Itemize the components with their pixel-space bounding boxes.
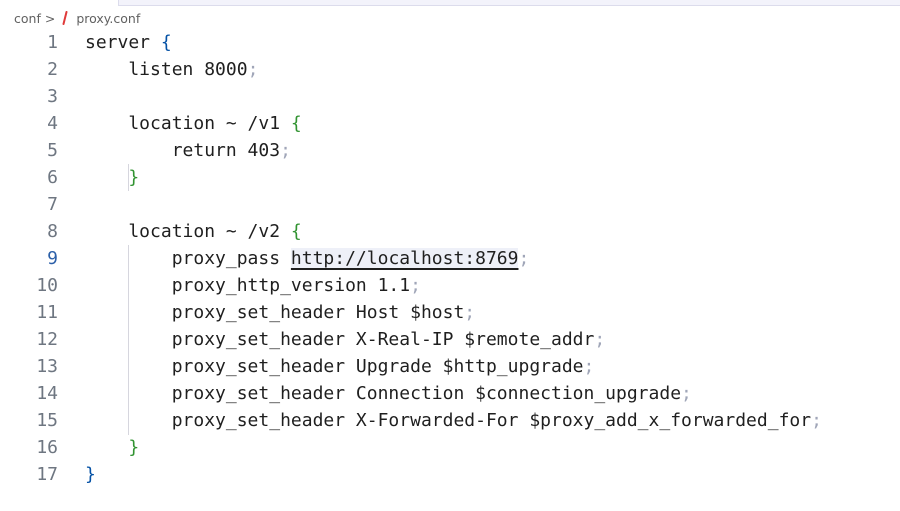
code-token: return 403 [85,140,281,161]
code-line[interactable]: 1 server { [0,29,900,56]
code-line[interactable]: 7 [0,191,900,218]
code-token: location ~ /v1 [85,113,291,134]
line-text[interactable]: location ~ /v1 { [85,110,302,137]
code-token: ; [681,383,692,404]
breadcrumb-folder[interactable]: conf [14,11,41,26]
line-number: 1 [47,32,58,53]
line-number: 10 [36,275,58,296]
code-line[interactable]: 4 location ~ /v1 { [0,110,900,137]
code-token: ; [247,59,259,80]
line-number: 4 [47,113,58,134]
code-line[interactable]: 16 } [0,434,900,461]
line-text[interactable]: proxy_set_header Connection $connection_… [85,380,692,407]
code-token: ; [280,140,291,161]
code-token: listen 8000 [85,59,248,80]
code-token: proxy_pass [85,248,291,269]
breadcrumb: conf > proxy.conf [14,8,140,28]
line-text[interactable]: return 403; [85,137,291,164]
code-token: proxy_set_header Connection $connection_… [85,383,682,404]
tab-bar [118,0,900,6]
line-number: 17 [36,464,58,485]
code-token: ; [811,410,822,431]
code-line[interactable]: 15 proxy_set_header X-Forwarded-For $pro… [0,407,900,434]
line-number: 5 [47,140,58,161]
line-text[interactable]: listen 8000; [85,56,258,83]
breadcrumb-file[interactable]: proxy.conf [76,11,140,26]
code-line[interactable]: 14 proxy_set_header Connection $connecti… [0,380,900,407]
breadcrumb-separator: > [44,10,56,26]
code-token: location ~ /v2 [85,221,291,242]
line-number: 13 [36,356,58,377]
code-line[interactable]: 9 proxy_pass http://localhost:8769; [0,245,900,272]
code-token: proxy_http_version 1.1 [85,275,411,296]
code-line[interactable]: 5 return 403; [0,137,900,164]
line-text[interactable]: proxy_set_header Host $host; [85,299,475,326]
bracket: { [290,113,302,134]
line-text[interactable]: proxy_set_header X-Real-IP $remote_addr; [85,326,606,353]
code-token: proxy_set_header X-Real-IP $remote_addr [85,329,595,350]
line-number: 15 [36,410,58,431]
line-number: 7 [47,194,58,215]
line-text[interactable]: location ~ /v2 { [85,218,302,245]
line-number: 2 [47,59,58,80]
line-text[interactable]: proxy_set_header Upgrade $http_upgrade; [85,353,595,380]
line-number: 9 [47,248,58,269]
code-token: server [85,32,161,53]
line-text[interactable]: server { [85,29,172,56]
line-number: 3 [47,86,58,107]
line-number: 14 [36,383,58,404]
code-token: proxy_set_header Upgrade $http_upgrade [85,356,584,377]
line-number: 12 [36,329,58,350]
line-text[interactable]: proxy_pass http://localhost:8769; [85,245,529,272]
line-text[interactable]: proxy_http_version 1.1; [85,272,421,299]
code-line[interactable]: 8 location ~ /v2 { [0,218,900,245]
line-number: 16 [36,437,58,458]
bracket: } [85,464,96,485]
code-token: ; [583,356,595,377]
code-token: proxy_set_header X-Forwarded-For $proxy_… [85,410,812,431]
code-token: ; [518,248,530,269]
code-line[interactable]: 11 proxy_set_header Host $host; [0,299,900,326]
url-link[interactable]: http://localhost:8769 [290,248,519,269]
code-line[interactable]: 10 proxy_http_version 1.1; [0,272,900,299]
line-number: 11 [36,302,58,323]
bracket: } [128,437,140,458]
code-token: ; [464,302,476,323]
code-token: proxy_set_header Host $host [85,302,465,323]
code-lines[interactable]: 1 server {2 listen 8000; 3 4 location ~ /v1… [0,29,900,488]
bracket: { [290,221,302,242]
nginx-file-icon [62,11,68,25]
code-editor[interactable]: conf > proxy.conf 1 server {2 listen 8000… [0,0,900,511]
bracket: { [160,32,172,53]
line-number: 6 [47,167,58,188]
code-line[interactable]: 12 proxy_set_header X-Real-IP $remote_ad… [0,326,900,353]
code-token: ; [410,275,421,296]
code-token: ; [594,329,606,350]
line-text[interactable]: } [85,461,96,488]
code-line[interactable]: 6 } [0,164,900,191]
bracket: } [128,167,140,188]
indent-guide [128,245,129,435]
code-line[interactable]: 17} [0,461,900,488]
line-text[interactable]: } [85,164,139,191]
line-text[interactable]: proxy_set_header X-Forwarded-For $proxy_… [85,407,822,434]
code-line[interactable]: 2 listen 8000; [0,56,900,83]
code-line[interactable]: 13 proxy_set_header Upgrade $http_upgrad… [0,353,900,380]
code-line[interactable]: 3 [0,83,900,110]
line-text[interactable]: } [85,434,139,461]
indent-guide [128,164,129,191]
line-number: 8 [47,221,58,242]
